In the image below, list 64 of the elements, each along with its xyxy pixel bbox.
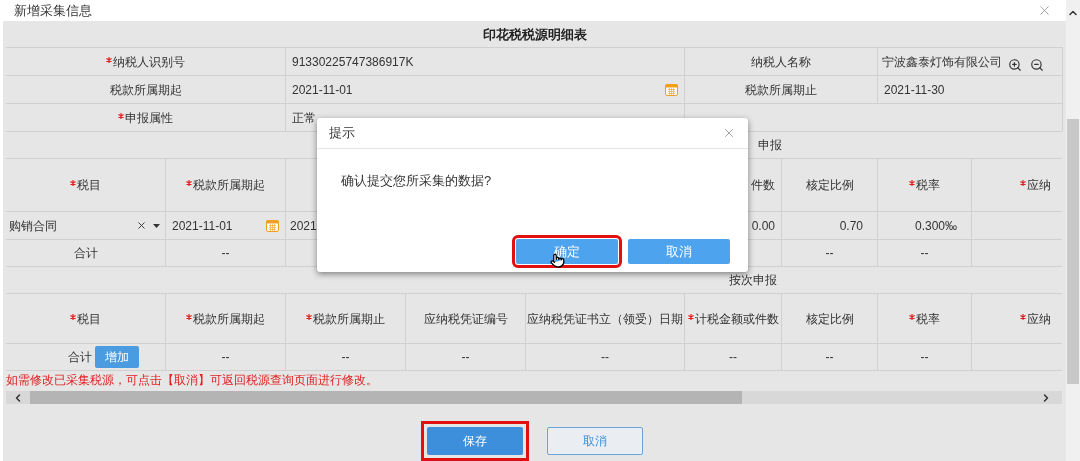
scrollbar-thumb[interactable] <box>1067 119 1079 384</box>
table-cell: -- <box>286 344 405 370</box>
hint-text: 如需修改已采集税源，可点击【取消】可返回税源查询页面进行修改。 <box>6 372 379 389</box>
column-label: 应纳税凭证编号 <box>423 310 508 328</box>
calendar-icon[interactable] <box>266 219 279 232</box>
scrollbar-thumb[interactable] <box>30 391 742 404</box>
cancel-button[interactable]: 取消 <box>628 239 730 264</box>
select-field[interactable]: 购销合同 <box>6 212 165 239</box>
form-title: 印花税税源明细表 <box>481 25 588 44</box>
field-value: 2021-11-30 <box>878 76 1062 103</box>
column-label: 税率 <box>916 177 940 194</box>
field-value: 91330225747386917K <box>286 48 684 75</box>
date-value: 2021-11-01 <box>292 81 353 99</box>
column-label: 税款所属期起 <box>193 177 265 194</box>
table-cell: -- <box>166 344 285 370</box>
table-cell: -- <box>406 344 525 370</box>
clear-icon[interactable] <box>136 220 147 231</box>
vertical-scrollbar[interactable] <box>1066 0 1080 461</box>
field-label: 纳税人名称 <box>751 53 811 71</box>
close-icon[interactable] <box>1037 3 1052 18</box>
date-value: 2021-11-01 <box>172 217 233 235</box>
table-cell: -- <box>685 344 781 370</box>
column-label: 应纳税凭证书立（领受）日期 <box>527 310 683 328</box>
column-label: 税款所属期止 <box>313 310 385 328</box>
table-cell: -- <box>166 240 285 266</box>
calendar-icon[interactable] <box>665 83 678 96</box>
close-icon[interactable] <box>722 126 736 140</box>
table-cell: -- <box>878 344 971 370</box>
date-field[interactable]: 2021-11-01 <box>286 76 684 103</box>
select-value: 购销合同 <box>9 217 57 235</box>
column-label: 核定比例 <box>805 310 854 328</box>
column-label: 件数 <box>751 177 775 194</box>
field-label: 税款所属期止 <box>745 81 817 99</box>
column-label: 应纳 <box>1027 177 1051 194</box>
column-label: 税目 <box>77 310 101 328</box>
add-button[interactable]: 增加 <box>95 346 139 368</box>
caret-icon[interactable] <box>153 223 160 228</box>
save-button[interactable]: 保存 <box>426 427 523 455</box>
total-label: 合计 <box>68 349 92 366</box>
zoom-in-icon[interactable] <box>1008 57 1022 72</box>
cancel-button[interactable]: 取消 <box>546 427 643 455</box>
window-title: 新增采集信息 <box>14 1 92 20</box>
section-heading: 按次申报 <box>6 267 1062 293</box>
table-cell: -- <box>782 240 877 266</box>
table-cell: -- <box>878 240 971 266</box>
field-value: 宁波鑫泰灯饰有限公司 <box>882 53 1002 71</box>
column-label: 税款所属期起 <box>193 310 265 328</box>
column-label: 核定比例 <box>805 177 854 194</box>
zoom-out-icon[interactable] <box>1030 57 1044 72</box>
dialog-message: 确认提交您所采集的数据? <box>340 172 493 190</box>
field-label: 税款所属期起 <box>109 81 182 99</box>
table-cell: 0.70 <box>782 212 877 239</box>
table-cell: 合计 <box>6 240 165 266</box>
table-cell: -- <box>526 344 684 370</box>
column-label: 应纳 <box>1027 310 1051 328</box>
table-cell: 0.300‰ <box>878 212 971 239</box>
field-label: 申报属性 <box>125 109 173 127</box>
column-label: 计税金额或件数 <box>694 310 779 328</box>
column-label: 税率 <box>916 310 940 328</box>
date-field[interactable]: 2021-11-01 <box>166 212 285 239</box>
table-cell: -- <box>782 344 877 370</box>
column-label: 税目 <box>77 177 101 194</box>
field-label: 纳税人识别号 <box>113 53 185 71</box>
horizontal-scrollbar[interactable] <box>6 391 1062 404</box>
